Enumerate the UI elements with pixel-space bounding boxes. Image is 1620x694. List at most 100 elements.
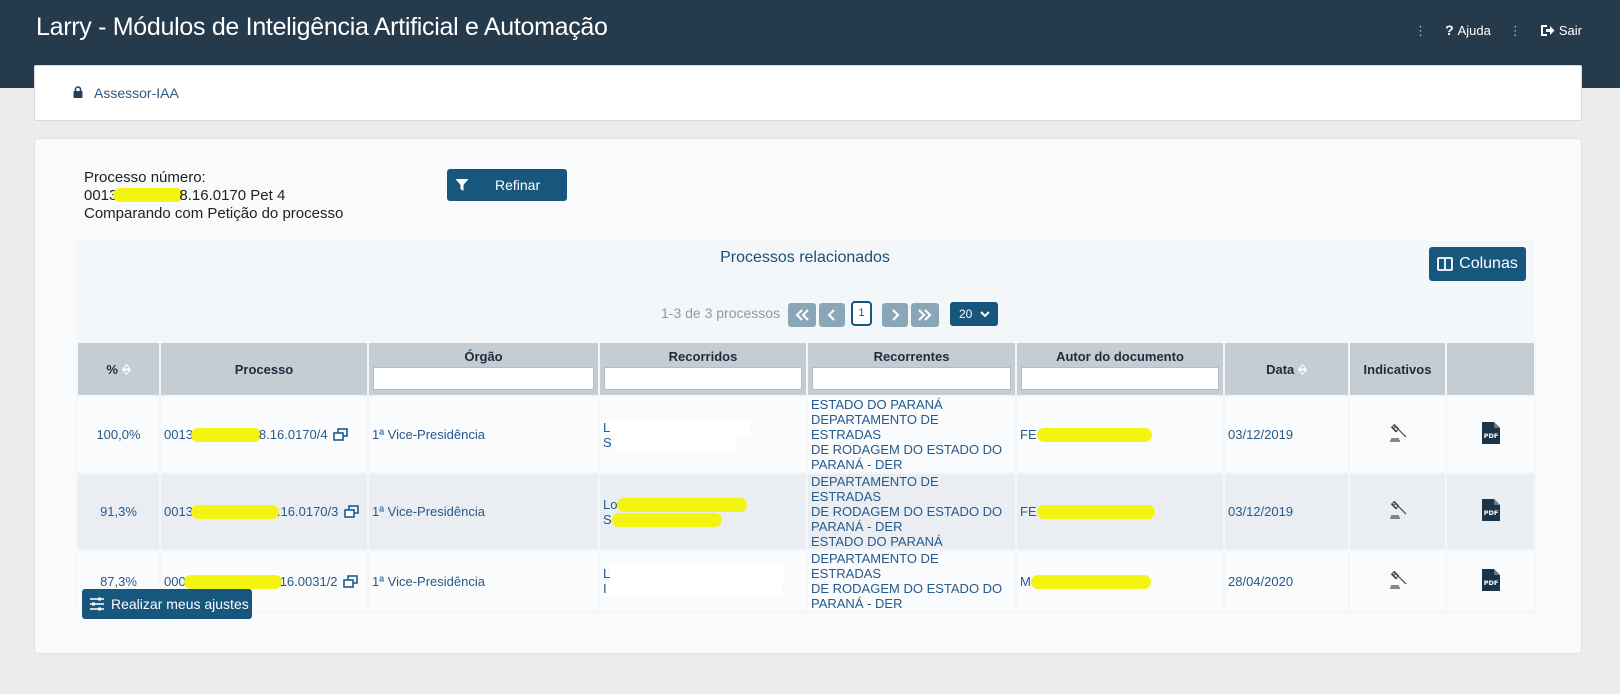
gavel-icon[interactable] bbox=[1387, 423, 1409, 443]
prev-page-button[interactable] bbox=[819, 303, 845, 327]
recorrentes-line: DEPARTAMENTO DE ESTRADAS bbox=[811, 551, 939, 581]
gavel-icon[interactable] bbox=[1387, 500, 1409, 520]
refine-label: Refinar bbox=[495, 177, 541, 193]
recorridos-text: L bbox=[603, 419, 611, 435]
table-row[interactable]: 87,3% 000 16.0031/2 1ª Vice-Presidência L… bbox=[76, 549, 1536, 613]
pdf-icon[interactable]: PDF bbox=[1481, 498, 1501, 522]
orgao-filter-input[interactable] bbox=[373, 366, 594, 390]
col-recorridos-label: Recorridos bbox=[668, 348, 738, 364]
recorrentes-line: DEPARTAMENTO DE ESTRADAS bbox=[811, 474, 939, 504]
cell-indicativos bbox=[1348, 472, 1447, 551]
col-autor-label: Autor do documento bbox=[1056, 348, 1184, 364]
external-link-icon[interactable] bbox=[343, 574, 358, 588]
last-page-button[interactable] bbox=[911, 303, 939, 327]
col-header-processo: Processo bbox=[159, 341, 369, 397]
refine-button[interactable]: Refinar bbox=[447, 169, 567, 201]
current-page[interactable]: 1 bbox=[851, 301, 872, 326]
comparing-text: Comparando com Petição do processo bbox=[84, 205, 344, 222]
redaction-mark bbox=[611, 512, 722, 527]
columns-label: Colunas bbox=[1459, 255, 1518, 272]
col-header-orgao: Órgão bbox=[367, 341, 600, 397]
col-header-recorrentes: Recorrentes bbox=[806, 341, 1017, 397]
redaction-mark bbox=[617, 497, 748, 512]
redaction-block bbox=[611, 434, 737, 450]
redaction-mark bbox=[183, 574, 282, 589]
table-row[interactable]: 100,0% 0013 8.16.0170/4 1ª Vice-Presidênc… bbox=[76, 395, 1536, 474]
recorrentes-filter-input[interactable] bbox=[812, 366, 1011, 390]
svg-text:PDF: PDF bbox=[1483, 509, 1498, 517]
first-page-button[interactable] bbox=[788, 303, 816, 327]
proc-suffix: .16.0170/3 bbox=[276, 504, 339, 519]
sort-icon[interactable] bbox=[1297, 363, 1307, 375]
recorrentes-line: PARANÁ - DER bbox=[811, 457, 903, 472]
help-link[interactable]: ? Ajuda bbox=[1445, 22, 1491, 38]
external-link-icon[interactable] bbox=[333, 428, 349, 441]
recorrentes-line: PARANÁ - DER bbox=[811, 596, 903, 611]
col-header-recorridos: Recorridos bbox=[598, 341, 808, 397]
columns-icon bbox=[1437, 257, 1454, 271]
cell-indicativos bbox=[1348, 395, 1447, 474]
col-recorrentes-label: Recorrentes bbox=[873, 348, 950, 364]
page-size-select[interactable]: 20 bbox=[950, 302, 998, 326]
filter-icon bbox=[455, 179, 469, 191]
adjust-settings-button[interactable]: Realizar meus ajustes bbox=[82, 589, 252, 619]
chevron-down-icon bbox=[980, 310, 991, 317]
table-header-row: % Processo Órgão Recorridos Recorrentes … bbox=[76, 341, 1536, 397]
autor-prefix: FE bbox=[1020, 427, 1037, 442]
redaction-block bbox=[610, 566, 786, 581]
col-processo-label: Processo bbox=[234, 361, 294, 377]
cell-recorrentes: DEPARTAMENTO DE ESTRADAS DE RODAGEM DO E… bbox=[806, 472, 1017, 551]
col-pct-label: % bbox=[106, 361, 118, 377]
pagination-info: 1-3 de 3 processos bbox=[661, 305, 781, 321]
pdf-icon[interactable]: PDF bbox=[1481, 568, 1501, 592]
help-label: Ajuda bbox=[1457, 22, 1491, 38]
app-title: Larry - Módulos de Inteligência Artifici… bbox=[36, 13, 608, 41]
main-card: Processo número: 0013 8.16.0170 Pet 4 Com… bbox=[34, 138, 1582, 654]
proc-suffix: 16.0031/2 bbox=[279, 573, 338, 589]
prev-page-icon bbox=[827, 309, 835, 321]
cell-autor: M bbox=[1015, 549, 1225, 613]
external-link-icon[interactable] bbox=[344, 505, 359, 518]
cell-orgao: 1ª Vice-Presidência bbox=[367, 472, 600, 551]
col-header-pct[interactable]: % bbox=[76, 341, 161, 397]
question-icon: ? bbox=[1445, 22, 1454, 38]
recorrentes-line: ESTADO DO PARANÁ bbox=[811, 397, 943, 412]
autor-prefix: FE bbox=[1020, 504, 1037, 519]
next-page-icon bbox=[892, 309, 900, 321]
col-indicativos-label: Indicativos bbox=[1363, 361, 1432, 377]
redaction-block bbox=[606, 581, 782, 596]
cell-processo[interactable]: 0013 8.16.0170/4 bbox=[159, 395, 369, 474]
cell-autor: FE bbox=[1015, 395, 1225, 474]
cell-pct: 91,3% bbox=[76, 472, 161, 551]
gavel-icon[interactable] bbox=[1387, 570, 1409, 590]
cell-recorridos: Lo S bbox=[598, 472, 808, 551]
sort-icon[interactable] bbox=[121, 363, 131, 375]
col-header-data[interactable]: Data bbox=[1223, 341, 1350, 397]
pdf-icon[interactable]: PDF bbox=[1481, 421, 1501, 445]
cell-orgao: 1ª Vice-Presidência bbox=[367, 395, 600, 474]
autor-filter-input[interactable] bbox=[1021, 366, 1219, 390]
page-size-value: 20 bbox=[959, 307, 973, 321]
cell-pct: 100,0% bbox=[76, 395, 161, 474]
breadcrumb-item-assessor[interactable]: Assessor-IAA bbox=[94, 85, 179, 101]
cell-data: 28/04/2020 bbox=[1223, 549, 1350, 613]
table-row[interactable]: 91,3% 0013 .16.0170/3 1ª Vice-Presidência… bbox=[76, 472, 1536, 551]
next-page-button[interactable] bbox=[882, 303, 908, 327]
cell-pdf: PDF bbox=[1445, 395, 1536, 474]
proc-prefix: 0013 bbox=[164, 427, 193, 442]
redaction-mark bbox=[1036, 428, 1152, 442]
cell-data: 03/12/2019 bbox=[1223, 472, 1350, 551]
exit-link[interactable]: Sair bbox=[1540, 23, 1582, 38]
redaction-mark bbox=[1036, 505, 1155, 519]
related-processes-panel: Processos relacionados Colunas 1-3 de 3 … bbox=[76, 241, 1534, 341]
recorridos-text: S bbox=[603, 434, 612, 450]
proc-prefix: 000 bbox=[164, 573, 186, 589]
col-orgao-label: Órgão bbox=[464, 348, 503, 364]
recorridos-filter-input[interactable] bbox=[604, 366, 802, 390]
recorrentes-line: ESTADO DO PARANÁ bbox=[811, 534, 943, 549]
columns-button[interactable]: Colunas bbox=[1429, 247, 1526, 281]
recorrentes-line: DE RODAGEM DO ESTADO DO bbox=[811, 504, 1003, 519]
recorridos-text: Lo bbox=[603, 496, 618, 512]
cell-processo[interactable]: 0013 .16.0170/3 bbox=[159, 472, 369, 551]
autor-prefix: M bbox=[1020, 573, 1031, 589]
